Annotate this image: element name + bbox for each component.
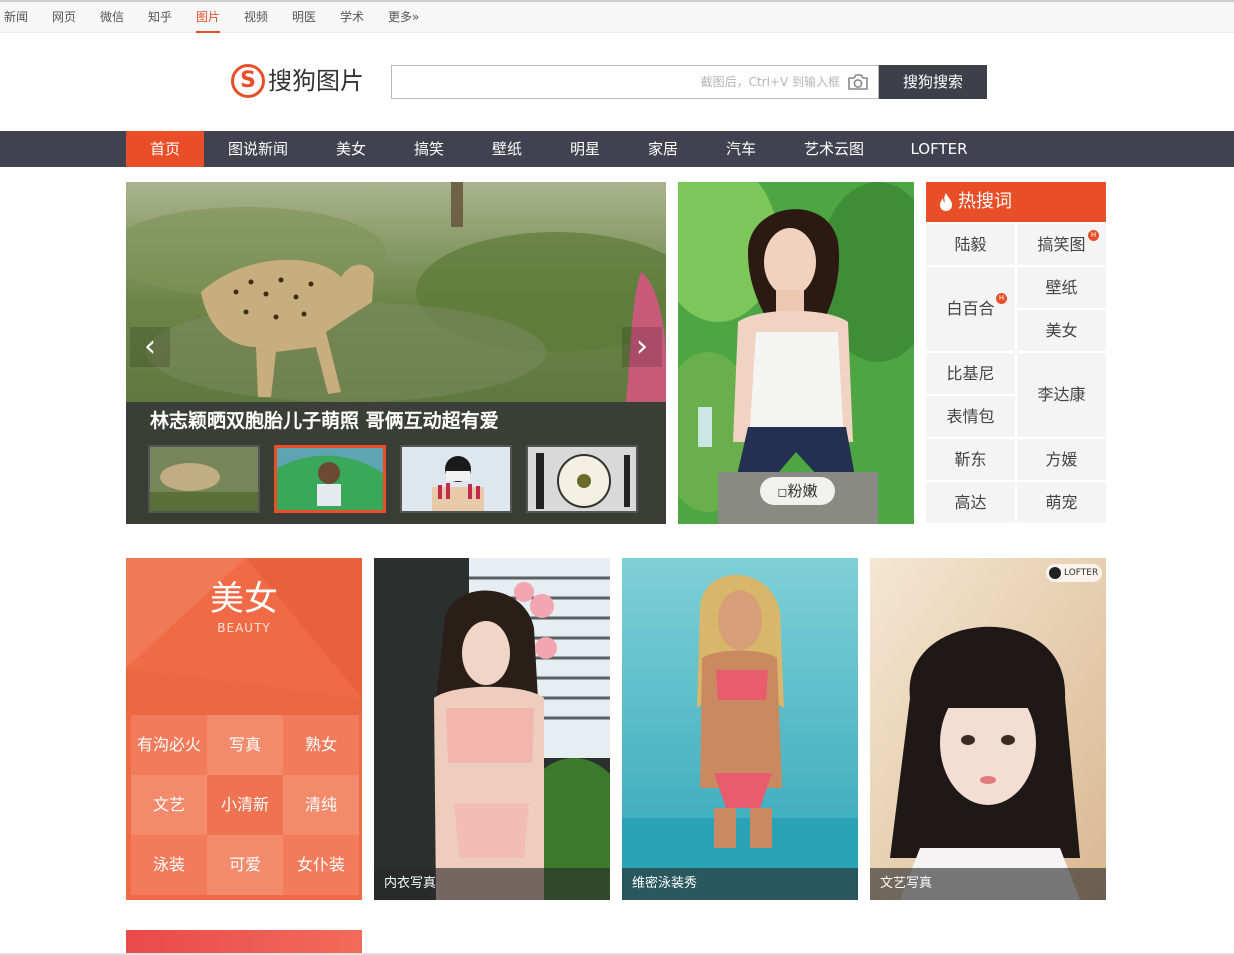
lofter-badge: LOFTER [1046, 564, 1102, 582]
hot-badge: H [996, 293, 1007, 304]
hot-term[interactable]: 白百合 H [926, 267, 1015, 351]
nav-item-news[interactable]: 图说新闻 [212, 131, 304, 167]
tag-icon: ◻ [777, 485, 788, 499]
channel-wechat[interactable]: 微信 [100, 8, 124, 26]
lofter-logo-icon [1049, 567, 1061, 579]
fire-icon [940, 193, 952, 211]
hot-term-label: 白百合 [946, 299, 995, 318]
category-tag[interactable]: 有沟必火 [131, 715, 207, 775]
category-tag[interactable]: 女仆装 [283, 835, 359, 895]
chevron-left-icon[interactable]: ‹ [130, 327, 170, 367]
photo-caption[interactable]: 文艺写真 [880, 876, 932, 892]
category-tag[interactable]: 文艺 [131, 775, 207, 835]
nav-item-beauty[interactable]: 美女 [320, 131, 382, 167]
category-tag[interactable]: 小清新 [207, 775, 283, 835]
search-button[interactable]: 搜狗搜索 [879, 65, 987, 99]
nav-item-wallpaper[interactable]: 壁纸 [476, 131, 538, 167]
channel-more[interactable]: 更多» [388, 8, 419, 26]
nav-item-funny[interactable]: 搞笑 [398, 131, 460, 167]
hot-term-label: 搞笑图 [1037, 235, 1086, 254]
hot-term[interactable]: 高达 [926, 482, 1015, 523]
featured-tag-label: 粉嫩 [787, 482, 818, 500]
carousel-thumb[interactable] [400, 445, 512, 513]
photo-card[interactable]: 维密泳装秀 [622, 558, 858, 900]
hot-term[interactable]: 美女 [1017, 310, 1106, 351]
category-title[interactable]: 美女 [126, 578, 362, 620]
hot-term[interactable]: 李达康 [1017, 353, 1106, 437]
hot-term[interactable]: 陆毅 [926, 224, 1015, 265]
hot-search-title: 热搜词 [958, 191, 1012, 212]
hot-term[interactable]: 比基尼 [926, 353, 1015, 394]
nav-item-home[interactable]: 首页 [126, 131, 204, 167]
search-box: 截图后，Ctrl+V 到输入框 [391, 65, 879, 99]
hot-search-header: 热搜词 [926, 182, 1106, 222]
search-input[interactable] [392, 66, 708, 98]
chevron-right-icon[interactable]: › [622, 327, 662, 367]
category-subtitle: BEAUTY [217, 621, 271, 635]
channel-video[interactable]: 视频 [244, 8, 268, 26]
carousel-thumb[interactable] [526, 445, 638, 513]
search-hint: 截图后，Ctrl+V 到输入框 [700, 75, 840, 89]
nav-item-art-cloud[interactable]: 艺术云图 [792, 131, 876, 167]
hot-term[interactable]: 搞笑图 H [1017, 224, 1106, 265]
photo-caption[interactable]: 维密泳装秀 [632, 876, 697, 892]
carousel-title[interactable]: 林志颖晒双胞胎儿子萌照 哥俩互动超有爱 [150, 409, 499, 433]
camera-icon[interactable] [847, 73, 869, 91]
channel-bar: 新闻 网页 微信 知乎 图片 视频 明医 学术 更多» [0, 0, 1234, 33]
nav-item-celebrity[interactable]: 明星 [554, 131, 616, 167]
carousel-thumb[interactable] [148, 445, 260, 513]
category-tag[interactable]: 写真 [207, 715, 283, 775]
channel-medical[interactable]: 明医 [292, 8, 316, 26]
nav-item-car[interactable]: 汽车 [710, 131, 772, 167]
nav-item-home-decor[interactable]: 家居 [632, 131, 694, 167]
hot-term[interactable]: 方媛 [1017, 439, 1106, 480]
channel-academic[interactable]: 学术 [340, 8, 364, 26]
lofter-badge-label: LOFTER [1064, 568, 1099, 578]
channel-zhihu[interactable]: 知乎 [148, 8, 172, 26]
logo-icon[interactable]: S [231, 64, 265, 98]
featured-image[interactable]: ◻粉嫩 [678, 182, 914, 524]
hot-term[interactable]: 萌宠 [1017, 482, 1106, 523]
photo-card[interactable]: 内衣写真 [374, 558, 610, 900]
logo-text[interactable]: 搜狗图片 [268, 65, 364, 97]
hot-term[interactable]: 靳东 [926, 439, 1015, 480]
channel-images[interactable]: 图片 [196, 8, 221, 33]
news-carousel[interactable]: ‹ › 林志颖晒双胞胎儿子萌照 哥俩互动超有爱 [126, 182, 666, 524]
photo-caption[interactable]: 内衣写真 [384, 876, 436, 892]
hot-term[interactable]: 壁纸 [1017, 267, 1106, 308]
hot-term[interactable]: 表情包 [926, 396, 1015, 437]
photo-card[interactable]: LOFTER 文艺写真 [870, 558, 1106, 900]
main-nav: 首页 图说新闻 美女 搞笑 壁纸 明星 家居 汽车 艺术云图 LOFTER [0, 131, 1234, 167]
category-tag[interactable]: 可爱 [207, 835, 283, 895]
channel-web[interactable]: 网页 [52, 8, 76, 26]
hot-badge: H [1088, 230, 1099, 241]
category-tag[interactable]: 清纯 [283, 775, 359, 835]
beauty-category-tile: 美女 BEAUTY 有沟必火 写真 熟女 文艺 小清新 清纯 泳装 可爱 女仆装 [126, 558, 362, 900]
category-tag[interactable]: 泳装 [131, 835, 207, 895]
nav-item-lofter[interactable]: LOFTER [898, 131, 980, 167]
featured-tag[interactable]: ◻粉嫩 [760, 477, 835, 505]
channel-news[interactable]: 新闻 [4, 8, 28, 26]
carousel-thumb-active[interactable] [274, 445, 386, 513]
category-tag[interactable]: 熟女 [283, 715, 359, 775]
next-category-tile[interactable] [126, 930, 362, 955]
